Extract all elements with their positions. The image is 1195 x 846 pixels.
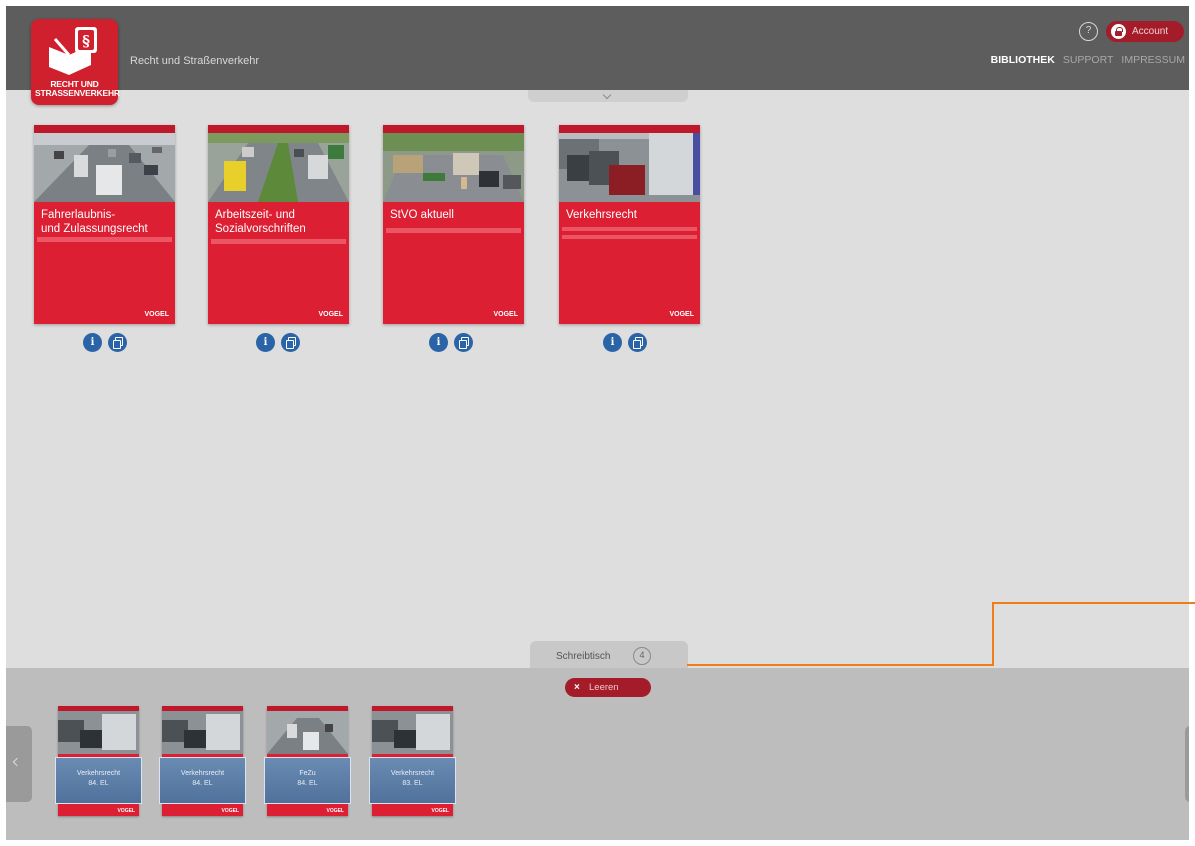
nav-bibliothek[interactable]: BIBLIOTHEK <box>991 54 1055 66</box>
cover-top-bar <box>208 125 349 133</box>
app-title: Recht und Straßenverkehr <box>130 55 260 67</box>
info-button[interactable]: i <box>256 333 275 352</box>
desk-label: Schreibtisch <box>556 651 611 662</box>
svg-text:§: § <box>82 32 90 50</box>
desk-scroll-left-button[interactable] <box>6 726 32 802</box>
cover-top-bar <box>34 125 175 133</box>
cover-subtitle-bar <box>562 227 697 231</box>
book-title: StVO aktuell <box>390 209 454 221</box>
edition-panel: Verkehrsrecht 83. EL <box>369 757 456 804</box>
account-button[interactable]: Account <box>1106 21 1184 42</box>
cover-photo <box>383 125 524 202</box>
cover-subtitle-bar <box>562 235 697 239</box>
cover-subtitle-bar <box>386 228 521 233</box>
clear-label: Leeren <box>589 682 619 693</box>
cover-top-bar <box>58 706 139 711</box>
book-title: Fahrerlaubnis- und Zulassungsrecht <box>41 209 148 235</box>
app-window: Recht und Straßenverkehr ? Account BIBLI… <box>6 6 1189 840</box>
edition-panel: Verkehrsrecht 84. EL <box>159 757 246 804</box>
cover-top-bar <box>372 706 453 711</box>
help-button[interactable]: ? <box>1079 22 1098 41</box>
collapse-header-tab[interactable] <box>528 90 688 102</box>
cover-top-bar <box>267 706 348 711</box>
logo-text: RECHT UND STRASSENVERKEHR <box>35 79 120 98</box>
add-to-desk-button[interactable] <box>281 333 300 352</box>
cover-photo <box>208 125 349 202</box>
cover-photo <box>34 125 175 202</box>
publisher-logo: VOGEL <box>117 808 135 814</box>
book-cover[interactable]: Verkehrsrecht VOGEL <box>559 125 700 324</box>
add-to-desk-button[interactable] <box>108 333 127 352</box>
cover-photo <box>267 710 348 754</box>
book-cover[interactable]: StVO aktuell VOGEL <box>383 125 524 324</box>
cover-top-bar <box>383 125 524 133</box>
publisher-logo: VOGEL <box>318 311 343 318</box>
book-paragraph-icon: § <box>49 27 97 75</box>
app-logo[interactable]: § RECHT UND STRASSENVERKEHR <box>31 19 120 105</box>
info-button[interactable]: i <box>603 333 622 352</box>
desk-item[interactable]: Verkehrsrecht 84. EL VOGEL <box>159 706 246 816</box>
desk-item[interactable]: Verkehrsrecht 83. EL VOGEL <box>369 706 456 816</box>
chevron-down-icon <box>602 90 612 100</box>
header: Recht und Straßenverkehr ? Account BIBLI… <box>6 6 1189 90</box>
cover-photo <box>372 710 453 754</box>
cover-top-bar <box>559 125 700 133</box>
publisher-logo: VOGEL <box>493 311 518 318</box>
edition-panel: FeZu 84. EL <box>264 757 351 804</box>
cover-photo <box>162 710 243 754</box>
desk-item[interactable]: Verkehrsrecht 84. EL VOGEL <box>55 706 142 816</box>
edition-panel: Verkehrsrecht 84. EL <box>55 757 142 804</box>
cover-top-bar <box>162 706 243 711</box>
book-cover[interactable]: Arbeitszeit- und Sozialvorschriften VOGE… <box>208 125 349 324</box>
publisher-logo: VOGEL <box>144 311 169 318</box>
nav-support[interactable]: SUPPORT <box>1063 54 1114 66</box>
clear-desk-button[interactable]: × Leeren <box>565 678 651 697</box>
publisher-logo: VOGEL <box>669 311 694 318</box>
cover-subtitle-bar <box>211 239 346 244</box>
publisher-logo: VOGEL <box>326 808 344 814</box>
close-icon: × <box>574 682 580 693</box>
desk-scroll-right-button[interactable] <box>1185 726 1189 802</box>
desk-item[interactable]: FeZu 84. EL VOGEL <box>264 706 351 816</box>
desk-count-badge: 4 <box>633 647 651 665</box>
lock-icon <box>1111 24 1126 39</box>
cover-photo <box>58 710 139 754</box>
nav-impressum[interactable]: IMPRESSUM <box>1121 54 1185 66</box>
book-title: Arbeitszeit- und Sozialvorschriften <box>215 209 306 235</box>
account-label: Account <box>1132 26 1169 37</box>
info-button[interactable]: i <box>429 333 448 352</box>
add-to-desk-button[interactable] <box>628 333 647 352</box>
cover-subtitle-bar <box>37 237 172 242</box>
book-title: Verkehrsrecht <box>566 209 637 221</box>
publisher-logo: VOGEL <box>431 808 449 814</box>
main-nav: BIBLIOTHEK SUPPORT IMPRESSUM <box>983 54 1185 66</box>
book-cover[interactable]: Fahrerlaubnis- und Zulassungsrecht VOGEL <box>34 125 175 324</box>
cover-photo <box>559 125 700 202</box>
add-to-desk-button[interactable] <box>454 333 473 352</box>
desk-tab[interactable]: Schreibtisch 4 <box>530 641 688 668</box>
chevron-left-icon <box>12 757 22 767</box>
publisher-logo: VOGEL <box>221 808 239 814</box>
info-button[interactable]: i <box>83 333 102 352</box>
